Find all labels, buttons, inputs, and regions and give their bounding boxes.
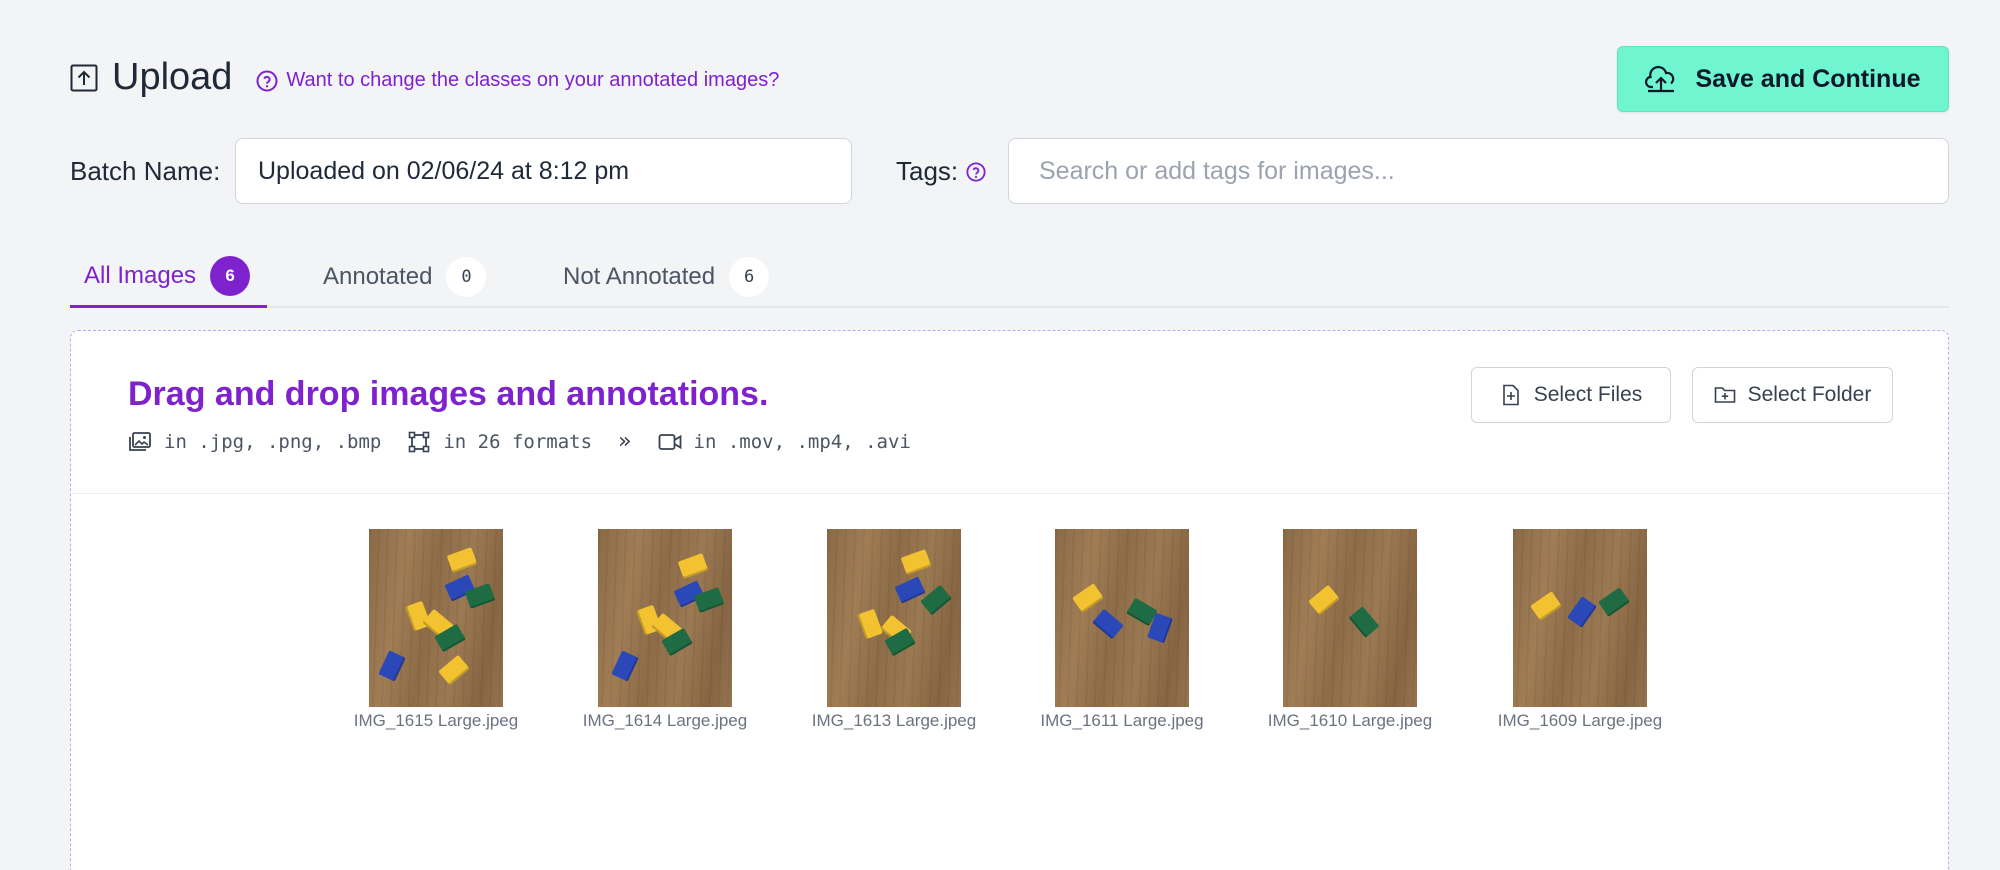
image-formats: in .jpg, .png, .bmp xyxy=(128,431,381,453)
save-and-continue-button[interactable]: Save and Continue xyxy=(1617,46,1949,112)
image-filename: IMG_1609 Large.jpeg xyxy=(1497,711,1663,730)
tab-label: All Images xyxy=(84,261,197,289)
tab-annotated[interactable]: Annotated 0 xyxy=(323,246,487,308)
annotation-formats-text: in 26 formats xyxy=(443,430,593,453)
change-classes-link-label: Want to change the classes on your annot… xyxy=(286,69,780,91)
images-icon xyxy=(129,431,151,451)
image-filename: IMG_1610 Large.jpeg xyxy=(1267,711,1433,730)
image-thumbnail[interactable]: IMG_1611 Large.jpeg xyxy=(1022,529,1222,731)
divider xyxy=(71,493,1948,494)
lego-photo xyxy=(369,529,503,707)
image-filename: IMG_1611 Large.jpeg xyxy=(1040,711,1204,730)
tab-count-badge: 0 xyxy=(446,257,487,297)
select-files-button[interactable]: Select Files xyxy=(1471,367,1671,423)
tab-all-images[interactable]: All Images 6 xyxy=(70,246,267,308)
annotation-formats: in 26 formats xyxy=(407,431,592,453)
help-icon xyxy=(256,70,278,91)
upload-icon xyxy=(70,64,98,92)
bounding-box-icon xyxy=(409,431,430,452)
image-filter-tabs: All Images 6 Annotated 0 Not Annotated 6 xyxy=(70,246,1949,308)
image-thumbnail[interactable]: IMG_1614 Large.jpeg xyxy=(565,529,765,731)
image-thumbnail[interactable]: IMG_1609 Large.jpeg xyxy=(1480,529,1680,731)
video-icon xyxy=(658,433,681,450)
supported-formats: in .jpg, .png, .bmp in 26 formats » in .… xyxy=(128,429,937,454)
lego-photo xyxy=(598,529,732,707)
upload-dropzone[interactable]: Drag and drop images and annotations. in… xyxy=(70,330,1949,870)
tags-search-input[interactable] xyxy=(1008,138,1949,204)
lego-photo xyxy=(1283,529,1417,707)
batch-name-input[interactable] xyxy=(235,138,852,204)
change-classes-link[interactable]: Want to change the classes on your annot… xyxy=(256,69,779,92)
tab-count-badge: 6 xyxy=(210,255,251,296)
tags-label-text: Tags: xyxy=(896,156,959,186)
save-and-continue-label: Save and Continue xyxy=(1695,64,1921,93)
more-formats-chevron[interactable]: » xyxy=(618,429,631,454)
image-thumbnail[interactable]: IMG_1615 Large.jpeg xyxy=(336,529,536,731)
lego-photo xyxy=(1513,529,1647,707)
tab-label: Not Annotated xyxy=(563,263,716,290)
folder-plus-icon xyxy=(1714,387,1735,403)
dropzone-title: Drag and drop images and annotations. xyxy=(128,375,769,413)
image-filename: IMG_1613 Large.jpeg xyxy=(811,711,977,730)
video-formats: in .mov, .mp4, .avi xyxy=(658,431,911,453)
image-filename: IMG_1614 Large.jpeg xyxy=(582,711,748,730)
select-files-label: Select Files xyxy=(1533,383,1643,406)
image-formats-text: in .jpg, .png, .bmp xyxy=(164,430,382,453)
tab-count-badge: 6 xyxy=(729,257,770,297)
image-thumbnail[interactable]: IMG_1610 Large.jpeg xyxy=(1250,529,1450,731)
batch-name-label: Batch Name: xyxy=(70,156,221,186)
tags-label: Tags: xyxy=(896,156,986,187)
select-folder-label: Select Folder xyxy=(1747,383,1872,406)
video-formats-text: in .mov, .mp4, .avi xyxy=(693,430,911,453)
tab-not-annotated[interactable]: Not Annotated 6 xyxy=(563,246,770,308)
tags-help-icon[interactable] xyxy=(966,161,986,182)
lego-photo xyxy=(827,529,961,707)
file-plus-icon xyxy=(1502,384,1519,406)
page-header: Upload Want to change the classes on you… xyxy=(70,56,779,99)
image-thumbnail[interactable]: IMG_1613 Large.jpeg xyxy=(794,529,994,731)
cloud-upload-icon xyxy=(1645,65,1675,93)
select-folder-button[interactable]: Select Folder xyxy=(1692,367,1893,423)
tab-label: Annotated xyxy=(323,263,433,290)
page-title: Upload xyxy=(112,56,233,98)
image-filename: IMG_1615 Large.jpeg xyxy=(353,711,519,730)
lego-photo xyxy=(1055,529,1189,707)
